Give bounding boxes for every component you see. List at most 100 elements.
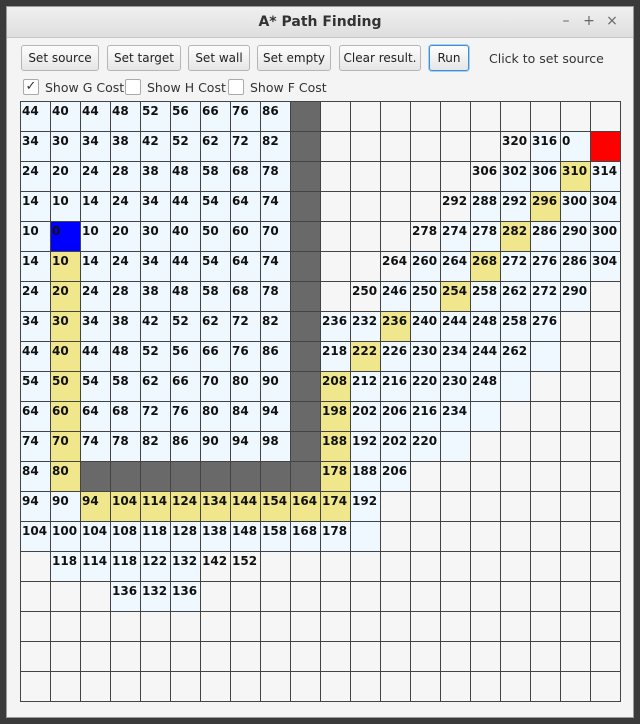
grid-cell[interactable]: 64: [21, 402, 50, 431]
grid-cell[interactable]: [411, 522, 440, 551]
grid-cell[interactable]: 260: [411, 252, 440, 281]
grid-cell[interactable]: 230: [411, 342, 440, 371]
grid-cell[interactable]: 138: [201, 522, 230, 551]
grid-cell[interactable]: 300: [591, 222, 620, 251]
grid-cell[interactable]: 230: [441, 372, 470, 401]
grid-cell[interactable]: [441, 132, 470, 161]
grid-cell[interactable]: 66: [201, 102, 230, 131]
grid-cell[interactable]: 124: [171, 492, 200, 521]
grid-cell[interactable]: 24: [21, 282, 50, 311]
grid-cell[interactable]: [171, 462, 200, 491]
grid-cell[interactable]: [471, 402, 500, 431]
grid-cell[interactable]: 114: [81, 552, 110, 581]
grid-cell[interactable]: 82: [261, 132, 290, 161]
grid-cell[interactable]: [471, 492, 500, 521]
grid-cell[interactable]: 86: [261, 102, 290, 131]
grid-cell[interactable]: 30: [141, 222, 170, 251]
grid-cell[interactable]: 52: [171, 132, 200, 161]
grid-cell[interactable]: 34: [21, 312, 50, 341]
grid-cell[interactable]: [411, 132, 440, 161]
grid-cell[interactable]: 72: [231, 312, 260, 341]
path-grid[interactable]: 44 40 44 48 52 56 66 76 86 34 30 34 38 42 52 62 72 82 320 3…: [20, 101, 621, 702]
grid-cell[interactable]: [291, 132, 320, 161]
grid-cell[interactable]: 56: [171, 342, 200, 371]
grid-cell[interactable]: [441, 582, 470, 611]
grid-cell[interactable]: 54: [201, 192, 230, 221]
grid-cell[interactable]: 62: [201, 312, 230, 341]
grid-cell[interactable]: 134: [201, 492, 230, 521]
grid-cell[interactable]: [591, 612, 620, 641]
grid-cell[interactable]: [381, 492, 410, 521]
grid-cell[interactable]: [501, 672, 530, 701]
grid-cell[interactable]: 48: [171, 162, 200, 191]
grid-cell[interactable]: 104: [111, 492, 140, 521]
grid-cell[interactable]: 220: [411, 372, 440, 401]
grid-cell[interactable]: 14: [81, 252, 110, 281]
grid-cell[interactable]: [591, 492, 620, 521]
grid-cell[interactable]: [591, 282, 620, 311]
grid-cell[interactable]: [351, 672, 380, 701]
grid-cell[interactable]: [231, 612, 260, 641]
grid-cell[interactable]: [471, 582, 500, 611]
grid-cell[interactable]: 44: [21, 102, 50, 131]
grid-cell[interactable]: [261, 642, 290, 671]
grid-cell[interactable]: [591, 642, 620, 671]
grid-cell[interactable]: 86: [171, 432, 200, 461]
grid-cell[interactable]: [201, 612, 230, 641]
grid-cell[interactable]: 54: [81, 372, 110, 401]
grid-cell[interactable]: [381, 192, 410, 221]
grid-cell[interactable]: [171, 642, 200, 671]
grid-cell[interactable]: [321, 552, 350, 581]
grid-cell[interactable]: 40: [51, 342, 80, 371]
grid-cell[interactable]: 168: [291, 522, 320, 551]
grid-cell[interactable]: 288: [471, 192, 500, 221]
run-button[interactable]: Run: [429, 45, 469, 71]
grid-cell[interactable]: 56: [171, 102, 200, 131]
grid-cell[interactable]: 152: [231, 552, 260, 581]
grid-cell[interactable]: 292: [501, 192, 530, 221]
grid-cell[interactable]: 38: [111, 132, 140, 161]
grid-cell[interactable]: 66: [171, 372, 200, 401]
grid-cell[interactable]: 244: [441, 312, 470, 341]
grid-cell[interactable]: [381, 162, 410, 191]
grid-cell[interactable]: 268: [471, 252, 500, 281]
grid-cell[interactable]: 244: [471, 342, 500, 371]
grid-cell[interactable]: [471, 522, 500, 551]
grid-cell[interactable]: 76: [231, 102, 260, 131]
set-source-button[interactable]: Set source: [21, 45, 99, 71]
grid-cell[interactable]: 52: [171, 312, 200, 341]
clear-result-button[interactable]: Clear result.: [339, 45, 421, 71]
grid-cell[interactable]: 20: [111, 222, 140, 251]
grid-cell[interactable]: [111, 612, 140, 641]
grid-cell[interactable]: [291, 282, 320, 311]
grid-cell[interactable]: [261, 582, 290, 611]
grid-cell[interactable]: [501, 582, 530, 611]
grid-cell[interactable]: [411, 582, 440, 611]
grid-cell[interactable]: 320: [501, 132, 530, 161]
grid-cell[interactable]: 272: [531, 282, 560, 311]
grid-cell[interactable]: 114: [141, 492, 170, 521]
grid-cell[interactable]: [291, 432, 320, 461]
grid-cell[interactable]: 192: [351, 492, 380, 521]
grid-cell[interactable]: 44: [81, 342, 110, 371]
grid-cell[interactable]: [81, 582, 110, 611]
grid-cell[interactable]: 248: [471, 312, 500, 341]
grid-cell[interactable]: 262: [501, 282, 530, 311]
grid-cell[interactable]: 296: [531, 192, 560, 221]
grid-cell[interactable]: 282: [501, 222, 530, 251]
grid-cell[interactable]: [381, 672, 410, 701]
grid-cell[interactable]: [441, 672, 470, 701]
grid-cell[interactable]: [321, 132, 350, 161]
grid-cell[interactable]: [561, 342, 590, 371]
grid-cell[interactable]: [561, 402, 590, 431]
grid-cell[interactable]: [561, 492, 590, 521]
grid-cell[interactable]: 136: [111, 582, 140, 611]
grid-cell[interactable]: [441, 612, 470, 641]
set-target-button[interactable]: Set target: [107, 45, 181, 71]
grid-cell[interactable]: [291, 312, 320, 341]
grid-cell[interactable]: 34: [21, 132, 50, 161]
grid-cell[interactable]: 34: [81, 132, 110, 161]
show-f-cost-checkbox[interactable]: Show F Cost: [228, 79, 328, 97]
grid-cell[interactable]: 246: [381, 282, 410, 311]
grid-cell[interactable]: [111, 462, 140, 491]
